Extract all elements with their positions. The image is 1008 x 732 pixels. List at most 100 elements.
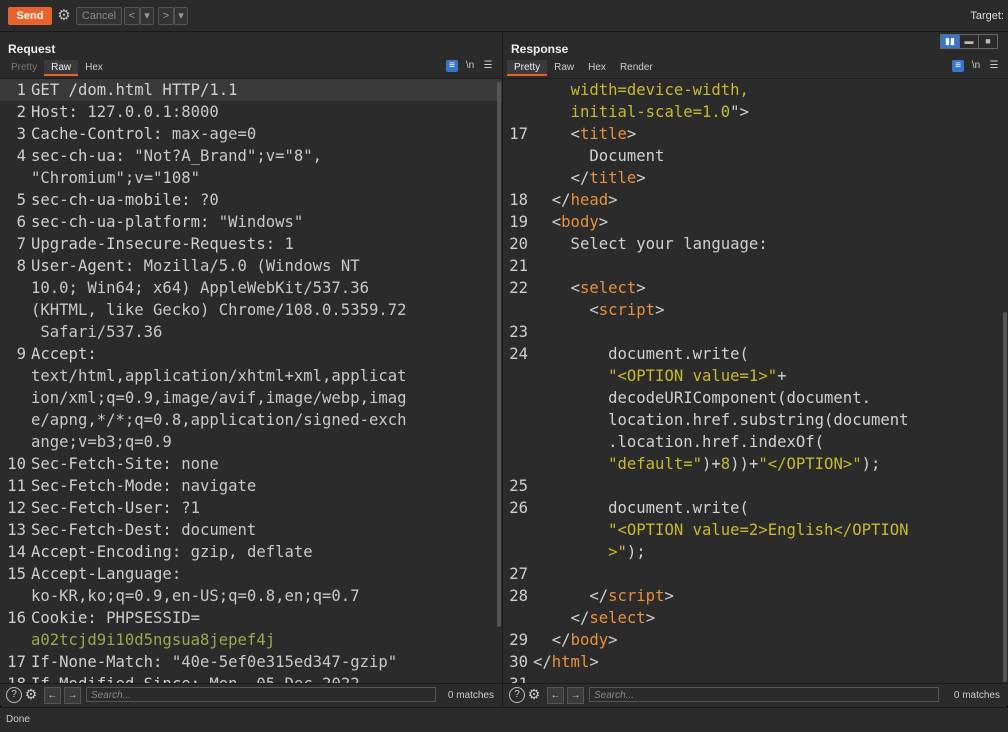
settings-icon[interactable]: ⚙ bbox=[24, 687, 38, 701]
wrap-icon[interactable]: ≡ bbox=[952, 60, 964, 72]
search-input[interactable]: Search... bbox=[589, 687, 939, 702]
code-line[interactable]: (KHTML, like Gecko) Chrome/108.0.5359.72 bbox=[0, 299, 502, 321]
arrow-right-icon[interactable]: → bbox=[64, 687, 81, 704]
help-icon[interactable]: ? bbox=[6, 687, 22, 703]
code-line[interactable]: 16 Cookie: PHPSESSID= bbox=[0, 607, 502, 629]
code-line[interactable]: e/apng,*/*;q=0.8,application/signed-exch bbox=[0, 409, 502, 431]
code-line[interactable]: 7 Upgrade-Insecure-Requests: 1 bbox=[0, 233, 502, 255]
code-line[interactable]: "default=")+8))+"</OPTION>"); bbox=[503, 453, 1008, 475]
code-line[interactable]: 2 Host: 127.0.0.1:8000 bbox=[0, 101, 502, 123]
code-line[interactable]: 18 </head> bbox=[503, 189, 1008, 211]
code-line[interactable]: decodeURIComponent(document. bbox=[503, 387, 1008, 409]
code-token: GET /dom.html HTTP/1.1 bbox=[31, 81, 238, 99]
arrow-left-icon[interactable]: ← bbox=[44, 687, 61, 704]
code-line[interactable]: 20 Select your language: bbox=[503, 233, 1008, 255]
code-line[interactable]: 23 bbox=[503, 321, 1008, 343]
code-line[interactable]: 28 </script> bbox=[503, 585, 1008, 607]
gear-icon[interactable]: ⚙ bbox=[56, 7, 72, 25]
code-line[interactable]: ion/xml;q=0.9,image/avif,image/webp,imag bbox=[0, 387, 502, 409]
line-number: 8 bbox=[16, 257, 26, 275]
code-line[interactable]: 11 Sec-Fetch-Mode: navigate bbox=[0, 475, 502, 497]
code-line[interactable]: 26 document.write( bbox=[503, 497, 1008, 519]
code-line[interactable]: >"); bbox=[503, 541, 1008, 563]
code-line[interactable]: location.href.substring(document bbox=[503, 409, 1008, 431]
wrap-icon[interactable]: ≡ bbox=[446, 60, 458, 72]
response-editor[interactable]: width=device-width, initial-scale=1.0"> 1… bbox=[503, 78, 1008, 684]
code-line[interactable]: "<OPTION value=1>"+ bbox=[503, 365, 1008, 387]
forward-history-dropdown[interactable]: ▾ bbox=[174, 7, 188, 25]
line-content: decodeURIComponent(document. bbox=[528, 387, 871, 409]
code-line[interactable]: 17 <title> bbox=[503, 123, 1008, 145]
target-label[interactable]: Target: bbox=[970, 10, 1004, 22]
code-line[interactable]: 5 sec-ch-ua-mobile: ?0 bbox=[0, 189, 502, 211]
code-line[interactable]: .location.href.indexOf( bbox=[503, 431, 1008, 453]
send-button[interactable]: Send bbox=[8, 7, 52, 25]
search-input[interactable]: Search... bbox=[86, 687, 436, 702]
code-line[interactable]: a02tcjd9i10d5ngsua8jepef4j bbox=[0, 629, 502, 651]
settings-icon[interactable]: ⚙ bbox=[527, 687, 541, 701]
code-line[interactable]: 8 User-Agent: Mozilla/5.0 (Windows NT bbox=[0, 255, 502, 277]
code-line[interactable]: 17 If-None-Match: "40e-5ef0e315ed347-gzip… bbox=[0, 651, 502, 673]
code-line[interactable]: 21 bbox=[503, 255, 1008, 277]
response-scrollbar[interactable] bbox=[1003, 312, 1007, 682]
newline-icon[interactable]: \n bbox=[970, 60, 982, 72]
code-line[interactable]: 29 </body> bbox=[503, 629, 1008, 651]
code-line[interactable]: ko-KR,ko;q=0.9,en-US;q=0.8,en;q=0.7 bbox=[0, 585, 502, 607]
code-line[interactable]: 10 Sec-Fetch-Site: none bbox=[0, 453, 502, 475]
code-line[interactable]: 30 </html> bbox=[503, 651, 1008, 673]
code-line[interactable]: ange;v=b3;q=0.9 bbox=[0, 431, 502, 453]
tab-raw[interactable]: Raw bbox=[44, 60, 79, 76]
line-content: sec-ch-ua-platform: "Windows" bbox=[26, 211, 303, 233]
code-line[interactable]: 1 GET /dom.html HTTP/1.1 bbox=[0, 79, 502, 101]
code-line[interactable]: "<OPTION value=2>English</OPTION bbox=[503, 519, 1008, 541]
code-line[interactable]: 3 Cache-Control: max-age=0 bbox=[0, 123, 502, 145]
code-line[interactable]: 4 sec-ch-ua: "Not?A_Brand";v="8", bbox=[0, 145, 502, 167]
request-editor[interactable]: 1 GET /dom.html HTTP/1.1 2 Host: 127.0.0.1:… bbox=[0, 78, 502, 684]
arrow-right-icon[interactable]: → bbox=[567, 687, 584, 704]
code-line[interactable]: text/html,application/xhtml+xml,applicat bbox=[0, 365, 502, 387]
code-line[interactable]: <script> bbox=[503, 299, 1008, 321]
help-icon[interactable]: ? bbox=[509, 687, 525, 703]
code-line[interactable]: 15 Accept-Language: bbox=[0, 563, 502, 585]
line-number: 29 bbox=[509, 631, 528, 649]
tab-raw[interactable]: Raw bbox=[547, 60, 581, 76]
code-line[interactable]: 22 <select> bbox=[503, 277, 1008, 299]
code-line[interactable]: 19 <body> bbox=[503, 211, 1008, 233]
tab-hex[interactable]: Hex bbox=[581, 60, 613, 76]
code-line[interactable]: </title> bbox=[503, 167, 1008, 189]
arrow-left-icon[interactable]: ← bbox=[547, 687, 564, 704]
code-line[interactable]: width=device-width, bbox=[503, 79, 1008, 101]
forward-button[interactable]: > bbox=[158, 7, 174, 25]
code-line[interactable]: "Chromium";v="108" bbox=[0, 167, 502, 189]
single-panel-layout-icon[interactable]: ■ bbox=[979, 35, 997, 48]
code-line[interactable]: 24 document.write( bbox=[503, 343, 1008, 365]
code-line[interactable]: Safari/537.36 bbox=[0, 321, 502, 343]
cancel-button[interactable]: Cancel bbox=[76, 7, 122, 25]
tab-hex[interactable]: Hex bbox=[78, 60, 110, 76]
tab-render[interactable]: Render bbox=[613, 60, 660, 76]
code-line[interactable]: </select> bbox=[503, 607, 1008, 629]
code-line[interactable]: initial-scale=1.0"> bbox=[503, 101, 1008, 123]
stacked-layout-icon[interactable]: ▬ bbox=[960, 35, 979, 48]
code-line[interactable]: 13 Sec-Fetch-Dest: document bbox=[0, 519, 502, 541]
code-line[interactable]: 10.0; Win64; x64) AppleWebKit/537.36 bbox=[0, 277, 502, 299]
code-line[interactable]: 12 Sec-Fetch-User: ?1 bbox=[0, 497, 502, 519]
code-line[interactable]: 14 Accept-Encoding: gzip, deflate bbox=[0, 541, 502, 563]
hamburger-menu-icon[interactable]: ☰ bbox=[482, 60, 494, 72]
back-button[interactable]: < bbox=[124, 7, 140, 25]
request-title: Request bbox=[8, 42, 56, 56]
tab-pretty[interactable]: Pretty bbox=[507, 60, 548, 76]
hamburger-menu-icon[interactable]: ☰ bbox=[988, 60, 1000, 72]
code-line[interactable]: 6 sec-ch-ua-platform: "Windows" bbox=[0, 211, 502, 233]
code-line[interactable]: Document bbox=[503, 145, 1008, 167]
side-by-side-layout-icon[interactable]: ▮▮ bbox=[941, 35, 960, 48]
code-line[interactable]: 25 bbox=[503, 475, 1008, 497]
newline-icon[interactable]: \n bbox=[464, 60, 476, 72]
back-history-dropdown[interactable]: ▾ bbox=[140, 7, 154, 25]
code-line[interactable]: 27 bbox=[503, 563, 1008, 585]
tab-pretty[interactable]: Pretty bbox=[4, 60, 44, 76]
code-line[interactable]: 9 Accept: bbox=[0, 343, 502, 365]
line-content: ko-KR,ko;q=0.9,en-US;q=0.8,en;q=0.7 bbox=[26, 585, 360, 607]
request-scrollbar[interactable] bbox=[497, 82, 501, 627]
